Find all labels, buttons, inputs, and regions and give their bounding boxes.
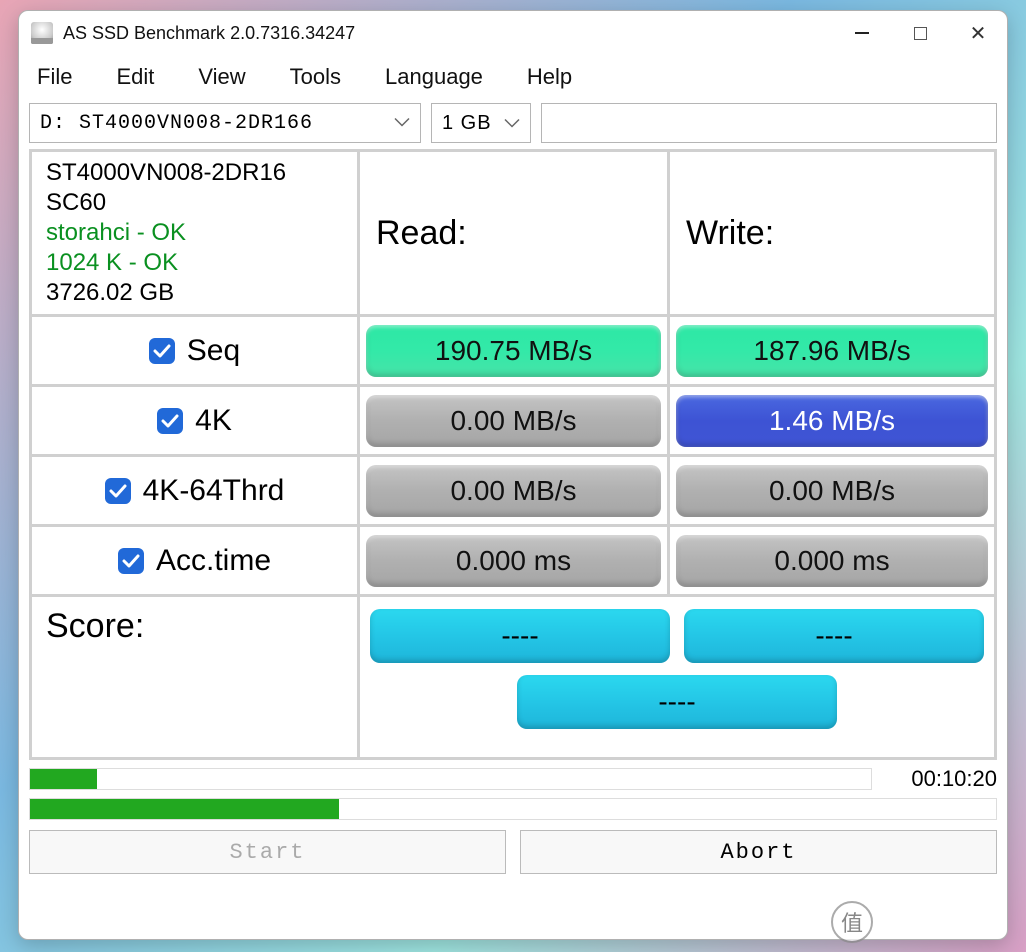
window-title: AS SSD Benchmark 2.0.7316.34247 — [63, 23, 833, 44]
minimize-button[interactable] — [833, 11, 891, 55]
menubar: File Edit View Tools Language Help — [19, 55, 1007, 99]
chevron-down-icon — [504, 112, 520, 135]
size-select[interactable]: 1 GB — [431, 103, 531, 143]
drive-model: ST4000VN008-2DR16 — [46, 158, 343, 188]
4k-read-value: 0.00 MB/s — [366, 395, 661, 447]
acc-write-value: 0.000 ms — [676, 535, 988, 587]
acc-read-value: 0.000 ms — [366, 535, 661, 587]
checkbox-acc[interactable] — [118, 548, 144, 574]
close-icon: ✕ — [970, 21, 987, 46]
label-4k: 4K — [195, 404, 232, 438]
progress-overall-fill — [30, 799, 339, 819]
seq-write-value: 187.96 MB/s — [676, 325, 988, 377]
score-total: ---- — [517, 675, 837, 729]
score-label: Score: — [46, 607, 343, 646]
elapsed-time: 00:10:20 — [882, 766, 997, 792]
4k64-read-value: 0.00 MB/s — [366, 465, 661, 517]
close-button[interactable]: ✕ — [949, 11, 1007, 55]
checkbox-seq[interactable] — [149, 338, 175, 364]
checkbox-4k64[interactable] — [105, 478, 131, 504]
progress-current-fill — [30, 769, 97, 789]
minimize-icon — [855, 32, 869, 34]
menu-edit[interactable]: Edit — [116, 64, 154, 90]
window-controls: ✕ — [833, 11, 1007, 55]
row-seq: Seq 190.75 MB/s 187.96 MB/s — [32, 317, 994, 387]
label-acc: Acc.time — [156, 544, 271, 578]
row-score: Score: ---- ---- ---- — [32, 597, 994, 757]
row-4k64: 4K-64Thrd 0.00 MB/s 0.00 MB/s — [32, 457, 994, 527]
titlebar[interactable]: AS SSD Benchmark 2.0.7316.34247 ✕ — [19, 11, 1007, 55]
chevron-down-icon — [394, 112, 410, 135]
menu-view[interactable]: View — [198, 64, 245, 90]
seq-read-value: 190.75 MB/s — [366, 325, 661, 377]
progress-area: 00:10:20 — [29, 766, 997, 820]
maximize-button[interactable] — [891, 11, 949, 55]
menu-tools[interactable]: Tools — [290, 64, 341, 90]
spare-field — [541, 103, 997, 143]
write-header: Write: — [676, 214, 988, 253]
write-header-cell: Write: — [670, 152, 994, 314]
drive-firmware: SC60 — [46, 188, 343, 218]
maximize-icon — [914, 27, 927, 40]
score-write: ---- — [684, 609, 984, 663]
abort-button[interactable]: Abort — [520, 830, 997, 874]
row-4k: 4K 0.00 MB/s 1.46 MB/s — [32, 387, 994, 457]
score-area: ---- ---- ---- — [360, 597, 994, 757]
read-header-cell: Read: — [360, 152, 670, 314]
label-4k64: 4K-64Thrd — [143, 474, 285, 508]
read-header: Read: — [366, 214, 661, 253]
4k-write-value: 1.46 MB/s — [676, 395, 988, 447]
menu-help[interactable]: Help — [527, 64, 572, 90]
score-read: ---- — [370, 609, 670, 663]
4k64-write-value: 0.00 MB/s — [676, 465, 988, 517]
menu-file[interactable]: File — [37, 64, 72, 90]
menu-language[interactable]: Language — [385, 64, 483, 90]
drive-info: ST4000VN008-2DR16 SC60 storahci - OK 102… — [32, 152, 360, 314]
start-button[interactable]: Start — [29, 830, 506, 874]
header-row: ST4000VN008-2DR16 SC60 storahci - OK 102… — [32, 152, 994, 317]
app-icon — [31, 22, 53, 44]
drive-select-value: D: ST4000VN008-2DR166 — [40, 112, 313, 135]
drive-select[interactable]: D: ST4000VN008-2DR166 — [29, 103, 421, 143]
drive-capacity: 3726.02 GB — [46, 278, 343, 308]
action-buttons: Start Abort — [29, 830, 997, 874]
checkbox-4k[interactable] — [157, 408, 183, 434]
results-grid: ST4000VN008-2DR16 SC60 storahci - OK 102… — [29, 149, 997, 760]
selectors-row: D: ST4000VN008-2DR166 1 GB — [19, 99, 1007, 149]
drive-driver: storahci - OK — [46, 218, 343, 248]
app-window: AS SSD Benchmark 2.0.7316.34247 ✕ File E… — [18, 10, 1008, 940]
row-acc: Acc.time 0.000 ms 0.000 ms — [32, 527, 994, 597]
label-seq: Seq — [187, 334, 240, 368]
progress-current — [29, 768, 872, 790]
drive-alignment: 1024 K - OK — [46, 248, 343, 278]
progress-overall — [29, 798, 997, 820]
size-select-value: 1 GB — [442, 112, 492, 135]
